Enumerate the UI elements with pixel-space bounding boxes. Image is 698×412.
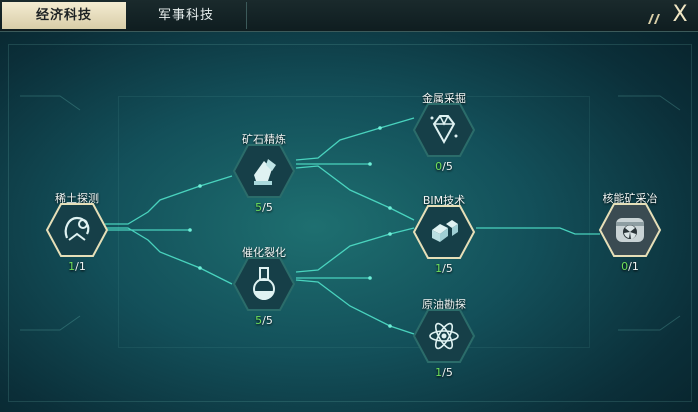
probe-icon: [45, 203, 109, 257]
node-progress: 0/1: [621, 260, 639, 273]
node-progress: 5/5: [255, 314, 273, 327]
node-progress: 1/5: [435, 366, 453, 379]
node-progress: 0/5: [435, 160, 453, 173]
ore-icon: [232, 144, 296, 198]
node-progress: 1/5: [435, 262, 453, 275]
atom-icon: [412, 309, 476, 363]
node-progress: 1/1: [68, 260, 86, 273]
gem-icon: [412, 103, 476, 157]
cube-icon: [412, 205, 476, 259]
flask-icon: [232, 257, 296, 311]
nuclear-icon: [598, 203, 662, 257]
node-progress: 5/5: [255, 201, 273, 214]
